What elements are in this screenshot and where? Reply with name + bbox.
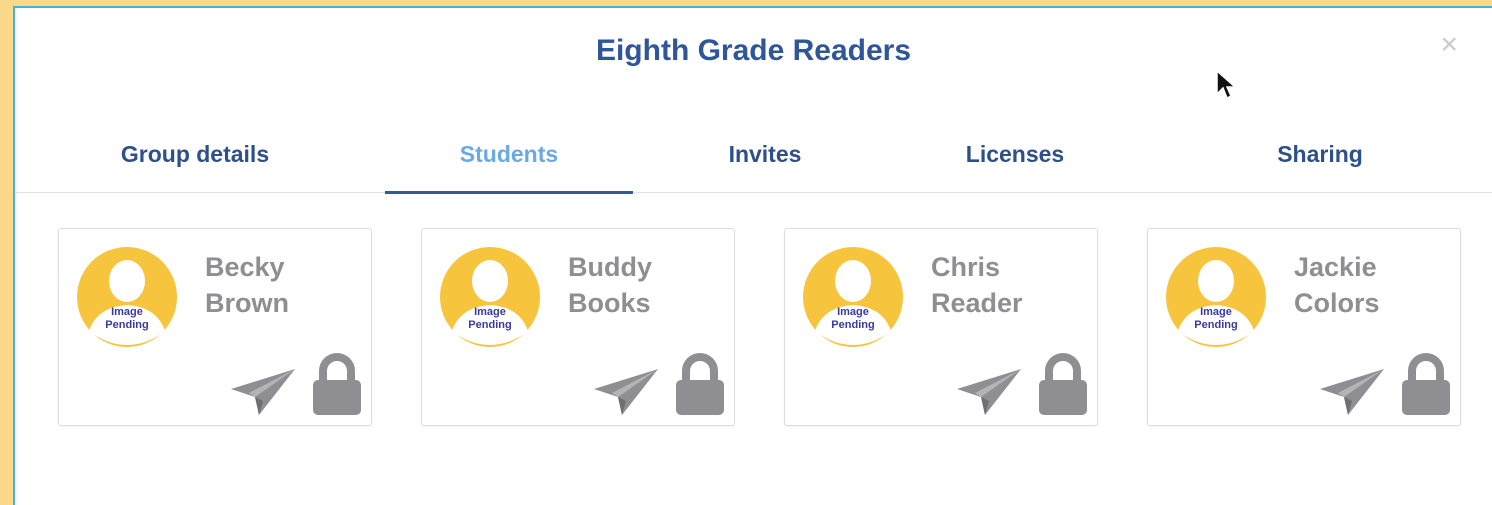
avatar-user-silhouette-icon: Image Pending [440, 247, 540, 347]
student-first-name: Buddy [568, 252, 652, 282]
student-first-name: Chris [931, 252, 1001, 282]
avatar-text-image: Image [837, 306, 869, 318]
lock-icon[interactable] [1400, 353, 1452, 417]
tab-bar: Group details Students Invites Licenses … [15, 126, 1492, 194]
avatar-text-image: Image [111, 306, 143, 318]
student-card[interactable]: Image Pending Buddy Books [421, 228, 735, 426]
student-name: Chris Reader [931, 249, 1023, 321]
tab-invites[interactable]: Invites [685, 126, 845, 192]
avatar-user-silhouette-icon: Image Pending [77, 247, 177, 347]
student-name: Buddy Books [568, 249, 652, 321]
student-last-name: Brown [205, 288, 289, 318]
tab-students[interactable]: Students [385, 126, 633, 194]
student-name: Becky Brown [205, 249, 289, 321]
avatar-text-pending: Pending [831, 319, 874, 331]
tab-group-details[interactable]: Group details [75, 126, 315, 192]
student-card[interactable]: Image Pending Jackie Colors [1147, 228, 1461, 426]
paper-plane-icon[interactable] [1318, 365, 1386, 417]
lock-icon[interactable] [674, 353, 726, 417]
paper-plane-icon[interactable] [955, 365, 1023, 417]
mouse-cursor-icon [1216, 70, 1237, 100]
lock-icon[interactable] [1037, 353, 1089, 417]
avatar-user-silhouette-icon: Image Pending [803, 247, 903, 347]
lock-icon[interactable] [311, 353, 363, 417]
paper-plane-icon[interactable] [229, 365, 297, 417]
close-icon[interactable]: × [1440, 30, 1458, 60]
avatar-text-pending: Pending [105, 319, 148, 331]
student-name: Jackie Colors [1294, 249, 1380, 321]
student-last-name: Books [568, 288, 651, 318]
group-dialog: Eighth Grade Readers × Group details Stu… [13, 6, 1492, 505]
avatar-text-image: Image [1200, 306, 1232, 318]
avatar-text-image: Image [474, 306, 506, 318]
student-card[interactable]: Image Pending Becky Brown [58, 228, 372, 426]
student-first-name: Jackie [1294, 252, 1377, 282]
student-card[interactable]: Image Pending Chris Reader [784, 228, 1098, 426]
student-first-name: Becky [205, 252, 285, 282]
student-last-name: Colors [1294, 288, 1380, 318]
avatar-text-pending: Pending [1194, 319, 1237, 331]
dialog-title: Eighth Grade Readers [595, 34, 912, 67]
tab-licenses[interactable]: Licenses [925, 126, 1105, 192]
avatar-user-silhouette-icon: Image Pending [1166, 247, 1266, 347]
avatar-text-pending: Pending [468, 319, 511, 331]
tab-sharing[interactable]: Sharing [1235, 126, 1405, 192]
student-last-name: Reader [931, 288, 1023, 318]
paper-plane-icon[interactable] [592, 365, 660, 417]
